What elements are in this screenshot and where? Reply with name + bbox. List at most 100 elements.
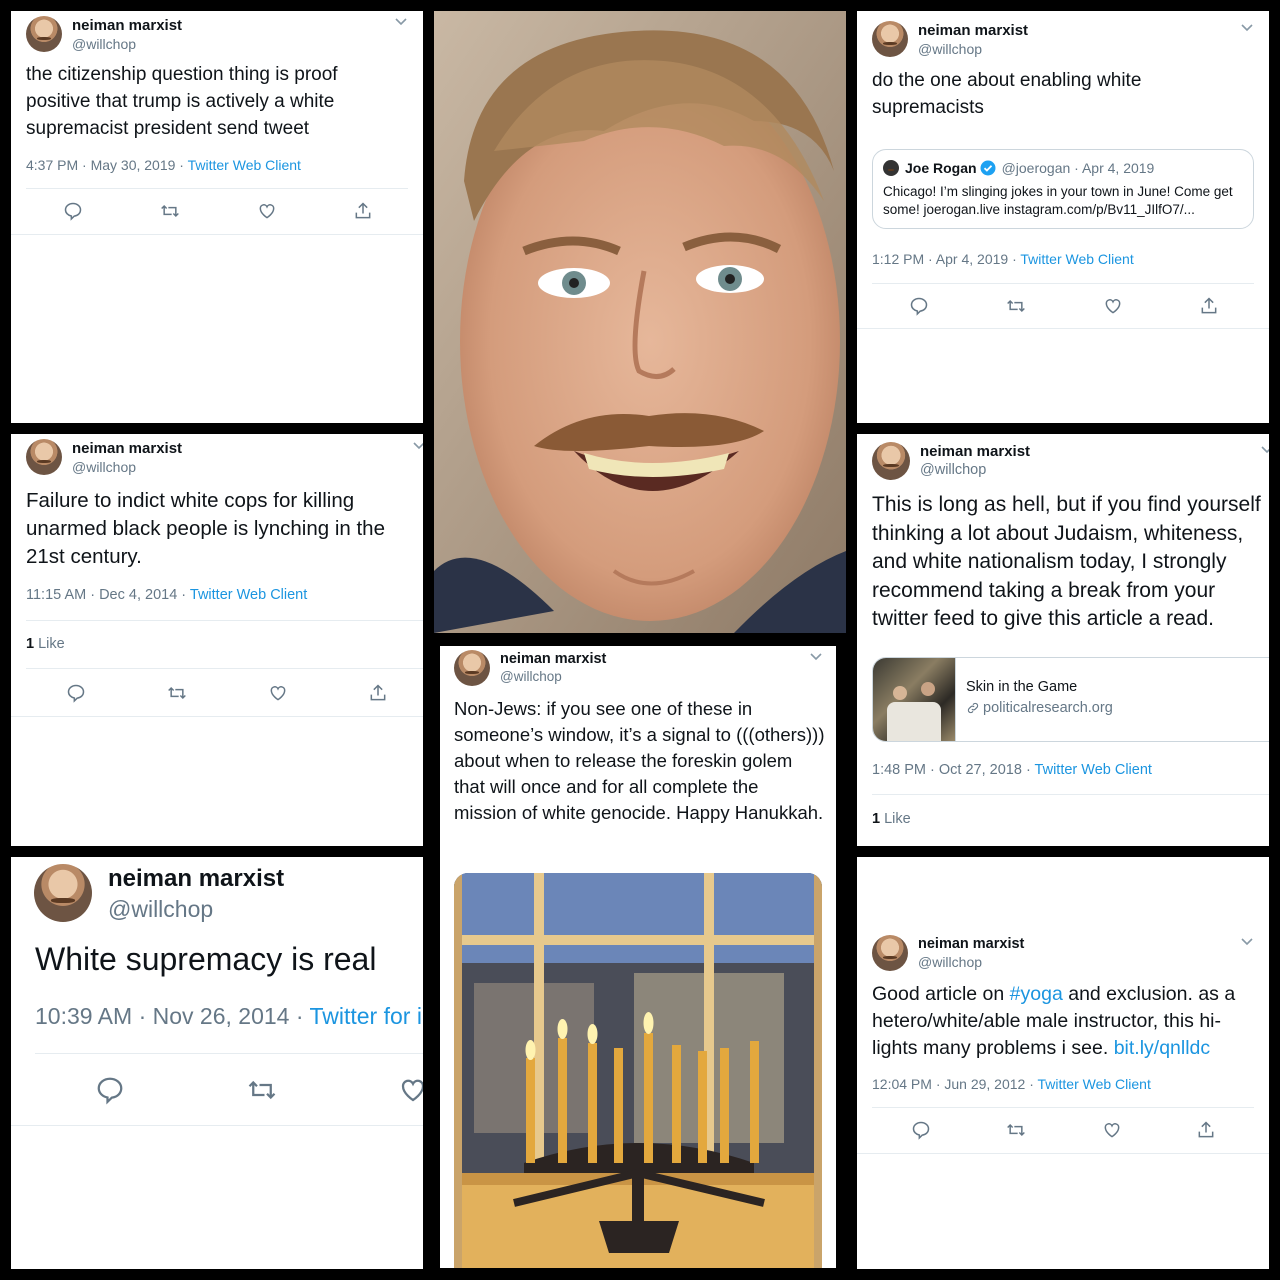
like-icon[interactable] <box>1103 296 1123 316</box>
like-icon[interactable] <box>257 201 277 221</box>
retweet-icon[interactable] <box>166 683 188 703</box>
card-thumbnail <box>873 658 956 741</box>
avatar[interactable] <box>26 16 62 52</box>
display-name[interactable]: neiman marxist <box>918 936 1024 952</box>
timestamp-text[interactable]: 10:39 AM · Nov 26, 2014 · <box>35 1003 309 1029</box>
display-name[interactable]: neiman marxist <box>108 865 284 893</box>
card-title: Skin in the Game <box>966 679 1078 695</box>
tweet-actions <box>63 201 373 221</box>
timestamp-text[interactable]: 1:12 PM · Apr 4, 2019 · <box>872 251 1020 267</box>
share-icon[interactable] <box>1199 296 1219 316</box>
handle[interactable]: @willchop <box>918 954 1024 970</box>
tweet-panel-white-supremacy: neiman marxist @willchop White supremacy… <box>11 857 423 1269</box>
reply-icon[interactable] <box>911 1120 931 1140</box>
handle[interactable]: @willchop <box>500 669 606 684</box>
client-link[interactable]: Twitter Web Client <box>1038 1076 1151 1092</box>
tweet-timestamp: 1:48 PM · Oct 27, 2018 · Twitter Web Cli… <box>872 762 1152 778</box>
retweet-icon[interactable] <box>245 1075 279 1105</box>
tweet-header: neiman marxist @willchop <box>26 439 182 475</box>
avatar[interactable] <box>26 439 62 475</box>
client-link[interactable]: Twitter Web Client <box>1020 251 1133 267</box>
quoted-text: Chicago! I’m slinging jokes in your town… <box>883 184 1233 217</box>
chevron-down-icon[interactable] <box>1241 938 1253 946</box>
likes-label: Like <box>880 811 911 827</box>
hashtag-link[interactable]: #yoga <box>1010 983 1063 1005</box>
url-link[interactable]: bit.ly/qnlldc <box>1114 1037 1210 1059</box>
tweet-header: neiman marxist @willchop <box>872 21 1028 57</box>
divider <box>857 1153 1269 1154</box>
divider <box>26 620 423 621</box>
link-card[interactable]: Skin in the Game politicalresearch.org <box>872 657 1269 742</box>
chevron-down-icon[interactable] <box>1261 446 1269 454</box>
tweet-timestamp: 10:39 AM · Nov 26, 2014 · Twitter for i <box>35 1003 422 1030</box>
timestamp-text[interactable]: 12:04 PM · Jun 29, 2012 · <box>872 1076 1038 1092</box>
tweet-timestamp: 4:37 PM · May 30, 2019 · Twitter Web Cli… <box>26 157 301 173</box>
handle[interactable]: @willchop <box>918 41 1028 57</box>
tweet-text: the citizenship question thing is proof … <box>26 64 338 139</box>
chevron-down-icon[interactable] <box>1241 24 1253 32</box>
timestamp-text[interactable]: 4:37 PM · May 30, 2019 · <box>26 157 188 173</box>
timestamp-text[interactable]: 11:15 AM · Dec 4, 2014 · <box>26 587 190 603</box>
tweet-text: do the one about enabling white supremac… <box>872 70 1142 118</box>
divider <box>11 716 423 717</box>
timestamp-text[interactable]: 1:48 PM · Oct 27, 2018 · <box>872 762 1035 778</box>
handle[interactable]: @willchop <box>72 36 182 52</box>
divider <box>26 668 423 669</box>
reply-icon[interactable] <box>909 296 929 316</box>
tweet-actions <box>66 683 388 703</box>
quoted-avatar[interactable] <box>883 160 899 176</box>
tweet-text: This is long as hell, but if you find yo… <box>872 493 1261 630</box>
tweet-header: neiman marxist @willchop <box>26 16 182 52</box>
handle[interactable]: @willchop <box>72 459 182 475</box>
menorah-photo[interactable] <box>454 873 822 1268</box>
tweet-panel-judaism: neiman marxist @willchop This is long as… <box>857 434 1269 846</box>
share-icon[interactable] <box>353 201 373 221</box>
quoted-handle[interactable]: @joerogan · Apr 4, 2019 <box>1002 160 1155 176</box>
retweet-icon[interactable] <box>1005 296 1027 316</box>
quoted-tweet[interactable]: Joe Rogan @joerogan · Apr 4, 2019 Chicag… <box>872 149 1254 229</box>
likes-count[interactable]: 1 Like <box>872 811 911 827</box>
avatar[interactable] <box>872 935 908 971</box>
link-icon <box>967 702 979 714</box>
portrait-photo <box>434 11 846 633</box>
tweet-text: White supremacy is real <box>35 941 377 977</box>
reply-icon[interactable] <box>63 201 83 221</box>
avatar[interactable] <box>34 864 92 922</box>
chevron-down-icon[interactable] <box>413 442 423 450</box>
like-icon[interactable] <box>1102 1120 1122 1140</box>
chevron-down-icon[interactable] <box>395 18 407 26</box>
handle[interactable]: @willchop <box>920 462 1030 478</box>
handle[interactable]: @willchop <box>108 896 284 923</box>
reply-icon[interactable] <box>66 683 86 703</box>
share-icon[interactable] <box>1196 1120 1216 1140</box>
display-name[interactable]: neiman marxist <box>918 22 1028 39</box>
likes-count[interactable]: 1 Like <box>26 636 65 652</box>
tweet-actions <box>911 1120 1216 1140</box>
avatar[interactable] <box>454 650 490 686</box>
tweet-header: neiman marxist @willchop <box>34 864 284 923</box>
client-link[interactable]: Twitter Web Client <box>1035 762 1152 778</box>
like-icon[interactable] <box>398 1075 423 1105</box>
retweet-icon[interactable] <box>159 201 181 221</box>
avatar[interactable] <box>872 21 908 57</box>
likes-number: 1 <box>26 636 35 652</box>
tweet-panel-enabling: neiman marxist @willchop do the one abou… <box>857 11 1269 423</box>
tweet-actions <box>909 296 1219 316</box>
display-name[interactable]: neiman marxist <box>72 440 182 457</box>
display-name[interactable]: neiman marxist <box>72 17 182 34</box>
share-icon[interactable] <box>368 683 388 703</box>
client-link[interactable]: Twitter for i <box>309 1003 421 1029</box>
divider <box>11 234 423 235</box>
client-link[interactable]: Twitter Web Client <box>190 587 307 603</box>
retweet-icon[interactable] <box>1005 1120 1027 1140</box>
display-name[interactable]: neiman marxist <box>920 443 1030 460</box>
divider <box>872 283 1254 284</box>
chevron-down-icon[interactable] <box>810 653 822 661</box>
like-icon[interactable] <box>268 683 288 703</box>
display-name[interactable]: neiman marxist <box>500 651 606 667</box>
tweet-panel-indict: neiman marxist @willchop Failure to indi… <box>11 434 423 846</box>
quoted-display-name[interactable]: Joe Rogan <box>905 160 977 176</box>
reply-icon[interactable] <box>95 1075 125 1105</box>
client-link[interactable]: Twitter Web Client <box>188 157 301 173</box>
avatar[interactable] <box>872 442 910 480</box>
